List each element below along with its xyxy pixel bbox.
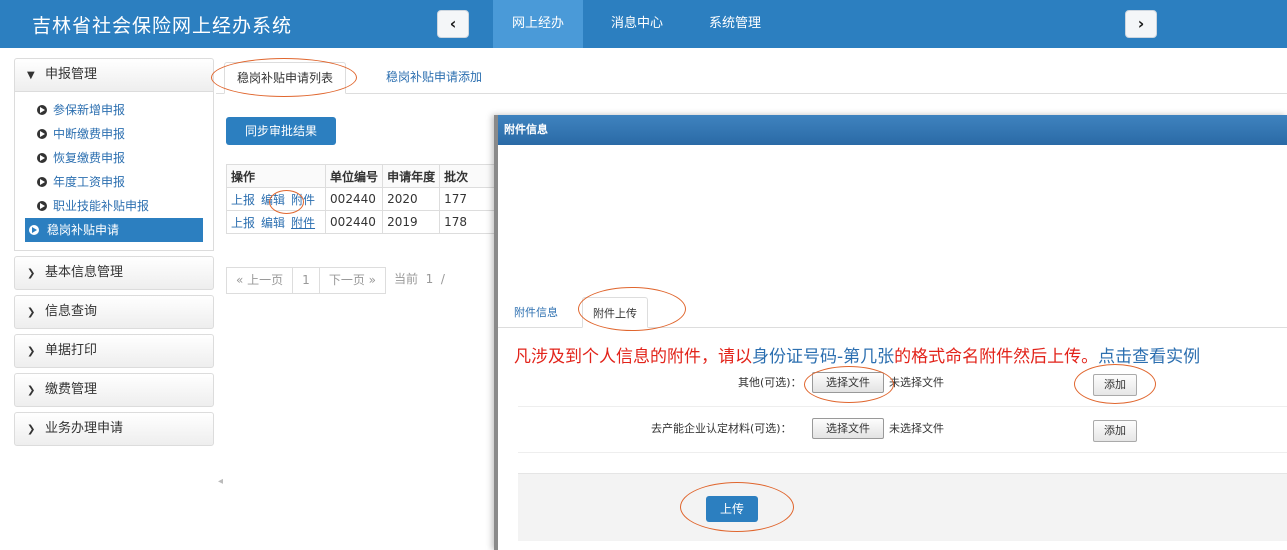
sidebar-section-declaration[interactable]: ▼ 申报管理 bbox=[14, 58, 214, 92]
sidebar-section-business[interactable]: ❯ 业务办理申请 bbox=[14, 412, 214, 446]
pagination: « 上一页 1 下一页 » 当前 1 / bbox=[226, 267, 454, 294]
subsidy-table: 操作 单位编号 申请年度 批次 上报 编辑 附件 002440 2020 177 上… bbox=[225, 164, 501, 234]
tab-subsidy-list[interactable]: 稳岗补贴申请列表 bbox=[224, 62, 347, 94]
table-row: 上报 编辑 附件 002440 2019 178 bbox=[225, 210, 501, 234]
sidebar-item-resume-payment[interactable]: 恢复缴费申报 bbox=[15, 146, 213, 170]
nav-tab-message-center[interactable]: 消息中心 bbox=[596, 0, 678, 48]
row-actions: 上报 编辑 附件 bbox=[225, 210, 327, 234]
tab-subsidy-add[interactable]: 稳岗补贴申请添加 bbox=[374, 62, 494, 94]
tab-attachment-info[interactable]: 附件信息 bbox=[504, 297, 568, 328]
sidebar-submenu: 参保新增申报 中断缴费申报 恢复缴费申报 年度工资申报 职业技能补贴申报 稳岗补… bbox=[14, 92, 214, 251]
add-file-button[interactable]: 添加 bbox=[1093, 420, 1137, 442]
choose-file-button[interactable]: 选择文件 bbox=[812, 418, 884, 439]
batch: 177 bbox=[439, 187, 501, 211]
sidebar-item-job-stabilization[interactable]: 稳岗补贴申请 bbox=[25, 218, 203, 242]
app-title: 吉林省社会保险网上经办系统 bbox=[32, 15, 293, 37]
column-header: 操作 bbox=[225, 164, 327, 188]
sidebar-item-skill-subsidy[interactable]: 职业技能补贴申报 bbox=[15, 194, 213, 218]
sidebar-section-payment[interactable]: ❯ 缴费管理 bbox=[14, 373, 214, 407]
chevron-down-icon: ▼ bbox=[27, 70, 35, 81]
nav-tab-system-management[interactable]: 系统管理 bbox=[690, 0, 780, 48]
dialog-title: 附件信息 bbox=[498, 115, 1287, 145]
circle-arrow-icon bbox=[37, 129, 47, 139]
choose-file-button[interactable]: 选择文件 bbox=[812, 372, 884, 393]
batch: 178 bbox=[439, 210, 501, 234]
row-actions: 上报 编辑 附件 bbox=[225, 187, 327, 211]
next-page-button[interactable]: 下一页 » bbox=[318, 267, 386, 294]
circle-arrow-icon bbox=[29, 225, 39, 235]
file-label: 其他(可选)： bbox=[738, 376, 802, 389]
circle-arrow-icon bbox=[37, 177, 47, 187]
sidebar-section-basic-info[interactable]: ❯ 基本信息管理 bbox=[14, 256, 214, 290]
chevron-left-icon[interactable]: ‹ bbox=[437, 10, 469, 38]
file-status: 未选择文件 bbox=[889, 376, 944, 389]
content-tabs: 稳岗补贴申请列表 稳岗补贴申请添加 bbox=[216, 62, 1287, 94]
tab-attachment-upload[interactable]: 附件上传 bbox=[582, 297, 648, 328]
column-header: 批次 bbox=[439, 164, 501, 188]
apply-year: 2019 bbox=[382, 210, 441, 234]
chevron-right-icon: ❯ bbox=[27, 268, 36, 279]
column-header: 申请年度 bbox=[382, 164, 441, 188]
upload-button[interactable]: 上传 bbox=[706, 496, 758, 522]
table-row: 上报 编辑 附件 002440 2020 177 bbox=[225, 187, 501, 211]
upload-footer: 上传 bbox=[518, 473, 1287, 541]
top-header: 吉林省社会保险网上经办系统 ‹ 网上经办 消息中心 系统管理 › bbox=[0, 0, 1287, 48]
attachment-link[interactable]: 附件 bbox=[291, 193, 315, 207]
collapse-handle-icon[interactable]: ◂ bbox=[218, 476, 223, 487]
page-number[interactable]: 1 bbox=[292, 267, 320, 294]
sidebar: ▼ 申报管理 参保新增申报 中断缴费申报 恢复缴费申报 年度工资申报 职业技能补贴… bbox=[14, 58, 214, 451]
add-file-button[interactable]: 添加 bbox=[1093, 374, 1137, 396]
chevron-right-icon: ❯ bbox=[27, 385, 36, 396]
circle-arrow-icon bbox=[37, 105, 47, 115]
sidebar-item-suspend-payment[interactable]: 中断缴费申报 bbox=[15, 122, 213, 146]
chevron-right-icon: ❯ bbox=[27, 346, 36, 357]
edit-link[interactable]: 编辑 bbox=[261, 193, 285, 207]
sidebar-section-label: 申报管理 bbox=[45, 67, 98, 82]
report-link[interactable]: 上报 bbox=[231, 193, 255, 207]
sidebar-section-print[interactable]: ❯ 单据打印 bbox=[14, 334, 214, 368]
chevron-right-icon: ❯ bbox=[27, 424, 36, 435]
column-header: 单位编号 bbox=[325, 164, 384, 188]
table-header-row: 操作 单位编号 申请年度 批次 bbox=[225, 164, 501, 188]
report-link[interactable]: 上报 bbox=[231, 216, 255, 230]
file-row-capacity: 去产能企业认定材料(可选)： 选择文件 未选择文件 添加 bbox=[518, 409, 1287, 453]
apply-year: 2020 bbox=[382, 187, 441, 211]
nav-tab-online-service[interactable]: 网上经办 bbox=[493, 0, 583, 48]
file-label: 去产能企业认定材料(可选)： bbox=[651, 422, 792, 435]
sync-approval-button[interactable]: 同步审批结果 bbox=[226, 117, 336, 145]
prev-page-button[interactable]: « 上一页 bbox=[226, 267, 294, 294]
edit-link[interactable]: 编辑 bbox=[261, 216, 285, 230]
file-status: 未选择文件 bbox=[889, 422, 944, 435]
attachment-dialog: 附件信息 附件信息 附件上传 凡涉及到个人信息的附件，请以身份证号码-第几张的格… bbox=[494, 115, 1287, 550]
circle-arrow-icon bbox=[37, 153, 47, 163]
sidebar-item-annual-wage[interactable]: 年度工资申报 bbox=[15, 170, 213, 194]
attachment-link[interactable]: 附件 bbox=[291, 216, 315, 230]
chevron-right-icon: ❯ bbox=[27, 307, 36, 318]
dialog-tabs: 附件信息 附件上传 bbox=[498, 295, 1287, 328]
unit-code: 002440 bbox=[325, 187, 384, 211]
current-page-label: 当前 1 / bbox=[393, 272, 445, 286]
sidebar-section-query[interactable]: ❯ 信息查询 bbox=[14, 295, 214, 329]
chevron-right-icon[interactable]: › bbox=[1125, 10, 1157, 38]
unit-code: 002440 bbox=[325, 210, 384, 234]
circle-arrow-icon bbox=[37, 201, 47, 211]
file-row-other: 其他(可选)： 选择文件 未选择文件 添加 bbox=[518, 363, 1287, 407]
sidebar-item-new-enrollment[interactable]: 参保新增申报 bbox=[15, 98, 213, 122]
